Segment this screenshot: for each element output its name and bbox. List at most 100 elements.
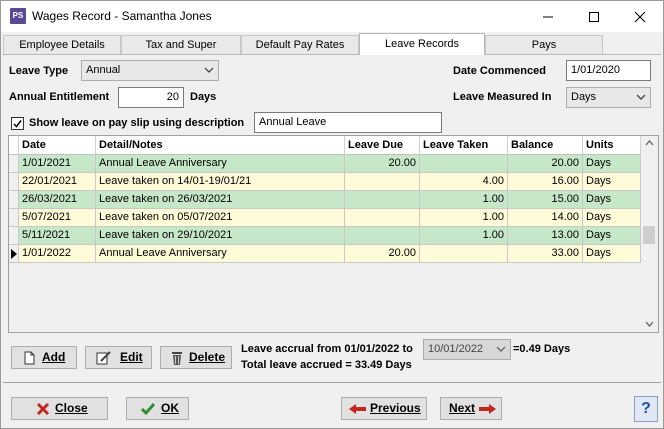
add-button-label: Add — [42, 350, 66, 364]
annual-entitlement-input[interactable]: 20 — [118, 87, 184, 108]
col-leave-taken-header[interactable]: Leave Taken — [420, 136, 508, 155]
cell-taken[interactable]: 4.00 — [420, 173, 508, 191]
cell-taken[interactable] — [420, 155, 508, 173]
cell-due[interactable] — [345, 227, 420, 245]
accrual-to-date-select[interactable]: 10/01/2022 — [423, 339, 511, 360]
col-units-header[interactable]: Units — [583, 136, 641, 155]
cell-units[interactable]: Days — [583, 191, 641, 209]
trash-icon — [172, 352, 182, 365]
cell-detail[interactable]: Leave taken on 14/01-19/01/21 — [96, 173, 345, 191]
add-button[interactable]: Add — [11, 346, 77, 369]
scrollbar-thumb[interactable] — [643, 226, 655, 244]
cell-balance[interactable]: 33.00 — [508, 245, 583, 263]
table-row[interactable]: 5/07/2021 Leave taken on 05/07/2021 1.00 14… — [9, 209, 641, 227]
cell-balance[interactable]: 16.00 — [508, 173, 583, 191]
table-row[interactable]: 22/01/2021 Leave taken on 14/01-19/01/21 4… — [9, 173, 641, 191]
cell-due[interactable] — [345, 209, 420, 227]
cell-taken[interactable] — [420, 245, 508, 263]
chevron-down-icon — [636, 94, 646, 100]
title-bar: PS Wages Record - Samantha Jones — [1, 1, 663, 32]
cell-date[interactable]: 1/01/2021 — [19, 155, 96, 173]
row-indicator[interactable] — [9, 155, 19, 173]
green-check-icon — [140, 403, 156, 416]
col-detail-header[interactable]: Detail/Notes — [96, 136, 345, 155]
cell-due[interactable]: 20.00 — [345, 155, 420, 173]
table-row[interactable]: 1/01/2021 Annual Leave Anniversary 20.00 20… — [9, 155, 641, 173]
close-button-label: Close — [55, 401, 88, 415]
cell-units[interactable]: Days — [583, 245, 641, 263]
ok-button-label: OK — [161, 401, 179, 415]
chevron-down-icon — [204, 67, 214, 73]
cell-balance[interactable]: 20.00 — [508, 155, 583, 173]
next-button[interactable]: Next — [440, 397, 502, 420]
row-indicator[interactable] — [9, 227, 19, 245]
new-document-icon — [24, 351, 35, 365]
help-button[interactable]: ? — [634, 396, 658, 422]
cell-date[interactable]: 22/01/2021 — [19, 173, 96, 191]
cell-date[interactable]: 1/01/2022 — [19, 245, 96, 263]
cell-date[interactable]: 26/03/2021 — [19, 191, 96, 209]
table-row[interactable]: 26/03/2021 Leave taken on 26/03/2021 1.00 1… — [9, 191, 641, 209]
tab-employee-details[interactable]: Employee Details — [3, 35, 121, 54]
row-indicator[interactable] — [9, 245, 19, 263]
leave-records-table[interactable]: Date Detail/Notes Leave Due Leave Taken … — [8, 135, 659, 333]
row-indicator[interactable] — [9, 191, 19, 209]
annual-entitlement-label: Annual Entitlement — [9, 91, 110, 103]
cell-detail[interactable]: Leave taken on 05/07/2021 — [96, 209, 345, 227]
show-leave-checkbox[interactable] — [11, 117, 24, 130]
row-indicator[interactable] — [9, 173, 19, 191]
edit-button-label: Edit — [120, 350, 143, 364]
cell-balance[interactable]: 15.00 — [508, 191, 583, 209]
cell-units[interactable]: Days — [583, 209, 641, 227]
close-button[interactable]: Close — [11, 397, 108, 420]
cell-taken[interactable]: 1.00 — [420, 227, 508, 245]
table-vertical-scrollbar[interactable] — [641, 136, 658, 332]
annual-entitlement-unit: Days — [190, 91, 217, 103]
cell-detail[interactable]: Annual Leave Anniversary — [96, 155, 345, 173]
tab-tax-and-super[interactable]: Tax and Super — [121, 35, 241, 54]
cell-detail[interactable]: Annual Leave Anniversary — [96, 245, 345, 263]
tab-default-pay-rates[interactable]: Default Pay Rates — [241, 35, 359, 54]
scroll-down-icon[interactable] — [645, 321, 654, 327]
cell-due[interactable]: 20.00 — [345, 245, 420, 263]
row-indicator[interactable] — [9, 209, 19, 227]
cell-detail[interactable]: Leave taken on 26/03/2021 — [96, 191, 345, 209]
cell-date[interactable]: 5/07/2021 — [19, 209, 96, 227]
cell-taken[interactable]: 1.00 — [420, 191, 508, 209]
cell-balance[interactable]: 13.00 — [508, 227, 583, 245]
red-x-icon — [36, 402, 50, 416]
previous-button[interactable]: Previous — [341, 397, 427, 420]
maximize-icon — [589, 12, 599, 22]
cell-units[interactable]: Days — [583, 173, 641, 191]
cell-units[interactable]: Days — [583, 155, 641, 173]
delete-button[interactable]: Delete — [160, 346, 232, 369]
cell-balance[interactable]: 14.00 — [508, 209, 583, 227]
wages-record-window: PS Wages Record - Samantha Jones Employe… — [0, 0, 664, 429]
maximize-button[interactable] — [571, 1, 617, 32]
description-input[interactable]: Annual Leave — [254, 112, 442, 133]
ok-button[interactable]: OK — [126, 397, 189, 420]
cell-due[interactable] — [345, 191, 420, 209]
leave-type-select[interactable]: Annual — [81, 60, 219, 81]
minimize-button[interactable] — [525, 1, 571, 32]
col-leave-due-header[interactable]: Leave Due — [345, 136, 420, 155]
scroll-up-icon[interactable] — [645, 140, 654, 146]
table-row[interactable]: 1/01/2022 Annual Leave Anniversary 20.00 33… — [9, 245, 641, 263]
date-commenced-label: Date Commenced — [453, 65, 546, 77]
cell-due[interactable] — [345, 173, 420, 191]
window-title: Wages Record - Samantha Jones — [32, 9, 212, 23]
date-commenced-input[interactable]: 1/01/2020 — [566, 60, 651, 81]
cell-date[interactable]: 5/11/2021 — [19, 227, 96, 245]
cell-units[interactable]: Days — [583, 227, 641, 245]
cell-detail[interactable]: Leave taken on 29/10/2021 — [96, 227, 345, 245]
table-row[interactable]: 5/11/2021 Leave taken on 29/10/2021 1.00 13… — [9, 227, 641, 245]
col-balance-header[interactable]: Balance — [508, 136, 583, 155]
cell-taken[interactable]: 1.00 — [420, 209, 508, 227]
edit-button[interactable]: Edit — [85, 346, 152, 369]
tab-pays[interactable]: Pays — [485, 35, 603, 54]
col-date-header[interactable]: Date — [19, 136, 96, 155]
leave-measured-select[interactable]: Days — [566, 87, 651, 108]
close-window-button[interactable] — [617, 1, 663, 32]
tab-leave-records[interactable]: Leave Records — [359, 33, 485, 55]
arrow-left-icon — [349, 404, 366, 414]
